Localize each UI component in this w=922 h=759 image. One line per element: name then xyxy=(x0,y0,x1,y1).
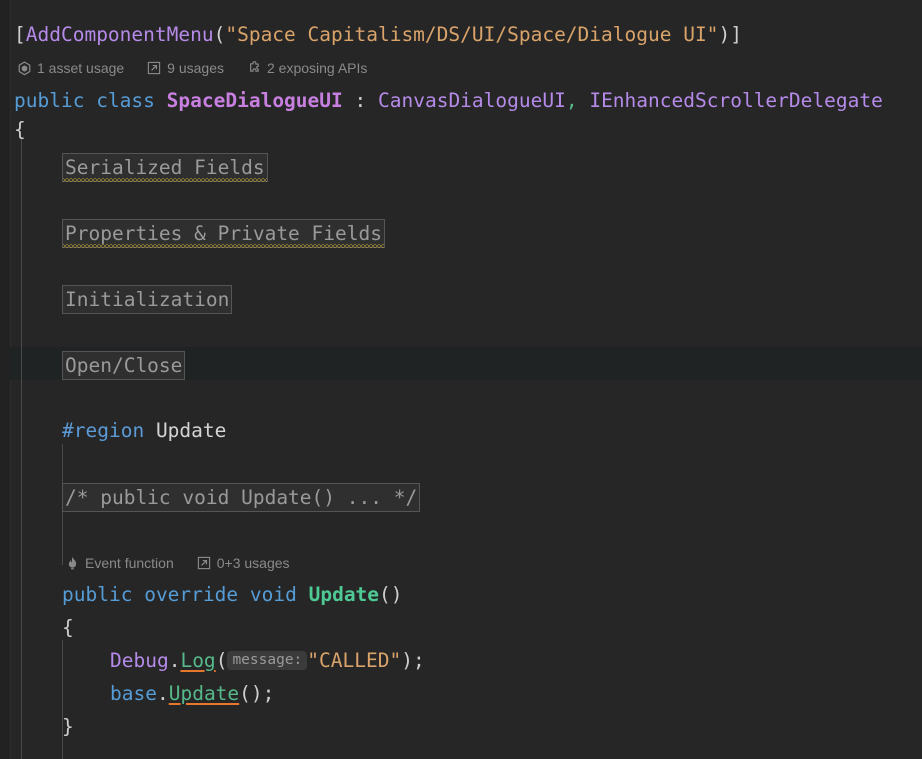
lens-item-asset-usage[interactable]: 1 asset usage xyxy=(16,57,124,79)
lens-item-exposing-apis[interactable]: 2 exposing APIs xyxy=(246,57,367,79)
open-paren: ( xyxy=(213,23,226,46)
access-modifier: public xyxy=(14,89,85,112)
code-editor[interactable]: [AddComponentMenu("Space Capitalism/DS/U… xyxy=(0,0,922,759)
override-keyword: override xyxy=(144,583,239,606)
semicolon: ; xyxy=(262,682,275,705)
base-update-statement[interactable]: base.Update(); xyxy=(110,677,274,710)
close-paren: ) xyxy=(401,649,413,672)
unity-asset-icon xyxy=(16,60,32,76)
access-modifier: public xyxy=(62,583,133,606)
method-close-brace: } xyxy=(62,710,74,743)
inheritance-colon: : xyxy=(342,89,378,112)
region-directive-line[interactable]: #region Update xyxy=(62,414,226,447)
fold-chip[interactable]: Initialization xyxy=(62,285,233,314)
lens-label: 9 usages xyxy=(167,60,224,76)
folded-region-open-close[interactable]: Open/Close xyxy=(62,348,186,381)
semicolon: ; xyxy=(412,649,425,672)
region-keyword: #region xyxy=(62,419,145,442)
folded-comment-block[interactable]: /* public void Update() ... */ xyxy=(62,480,421,513)
class-keyword: class xyxy=(96,89,155,112)
close-paren: ) xyxy=(718,23,731,46)
open-paren: ( xyxy=(215,649,228,672)
class-open-brace: { xyxy=(14,113,26,146)
fold-chip[interactable]: /* public void Update() ... */ xyxy=(62,483,421,512)
debug-log-statement[interactable]: Debug.Log(message: "CALLED"); xyxy=(110,644,425,677)
brace-glyph: { xyxy=(62,616,74,639)
class-declaration-line[interactable]: public class SpaceDialogueUI : CanvasDia… xyxy=(14,84,883,117)
call-parens: () xyxy=(239,682,263,705)
indent-guide xyxy=(21,138,22,759)
lens-label: Event function xyxy=(85,555,174,571)
folded-region-properties-private-fields[interactable]: Properties & Private Fields xyxy=(62,216,385,249)
interface-name[interactable]: IEnhancedScrollerDelegate xyxy=(589,89,883,112)
attribute-name[interactable]: AddComponentMenu xyxy=(26,23,214,46)
debug-class-ref[interactable]: Debug xyxy=(110,649,169,672)
class-name[interactable]: SpaceDialogueUI xyxy=(167,89,343,112)
puzzle-piece-icon xyxy=(246,60,262,76)
member-dot: . xyxy=(168,649,181,672)
return-type: void xyxy=(249,583,297,606)
lens-item-method-usages[interactable]: 0+3 usages xyxy=(196,552,290,574)
base-class-name[interactable]: CanvasDialogueUI xyxy=(378,89,566,112)
attribute-line[interactable]: [AddComponentMenu("Space Capitalism/DS/U… xyxy=(14,18,742,51)
member-dot: . xyxy=(156,682,169,705)
base-keyword: base xyxy=(110,682,157,705)
separator-comma: , xyxy=(565,89,590,112)
method-open-brace: { xyxy=(62,611,74,644)
lens-item-usages[interactable]: 9 usages xyxy=(146,57,224,79)
attribute-argument-string[interactable]: "Space Capitalism/DS/UI/Space/Dialogue U… xyxy=(225,23,718,46)
folded-region-serialized-fields[interactable]: Serialized Fields xyxy=(62,150,268,183)
class-code-lens[interactable]: 1 asset usage 9 usages 2 exposing APIs xyxy=(16,57,367,79)
fold-chip[interactable]: Properties & Private Fields xyxy=(62,219,385,248)
method-name[interactable]: Update xyxy=(309,583,379,606)
parameter-name-hint[interactable]: message: xyxy=(227,651,308,670)
method-code-lens[interactable]: Event function 0+3 usages xyxy=(64,552,290,574)
fold-chip[interactable]: Serialized Fields xyxy=(62,153,268,182)
lens-label: 2 exposing APIs xyxy=(267,60,368,76)
method-signature-line[interactable]: public override void Update() xyxy=(62,578,403,611)
base-update-ref[interactable]: Update xyxy=(169,682,239,705)
log-method-ref[interactable]: Log xyxy=(180,649,215,672)
fold-chip[interactable]: Open/Close xyxy=(62,351,186,380)
usages-arrow-icon xyxy=(196,555,212,571)
indent-guide xyxy=(62,640,63,707)
region-name: Update xyxy=(155,419,227,442)
folded-region-initialization[interactable]: Initialization xyxy=(62,282,233,315)
close-bracket: ] xyxy=(730,23,742,46)
brace-glyph: { xyxy=(14,118,26,141)
method-parens: () xyxy=(379,583,403,606)
lens-label: 1 asset usage xyxy=(37,60,125,76)
lens-item-event-function[interactable]: Event function xyxy=(64,552,174,574)
lens-label: 0+3 usages xyxy=(216,555,290,571)
usages-arrow-icon xyxy=(146,60,162,76)
log-argument-string[interactable]: "CALLED" xyxy=(307,649,401,672)
flame-icon xyxy=(64,555,80,571)
brace-glyph: } xyxy=(62,715,74,738)
open-bracket: [ xyxy=(14,23,26,46)
